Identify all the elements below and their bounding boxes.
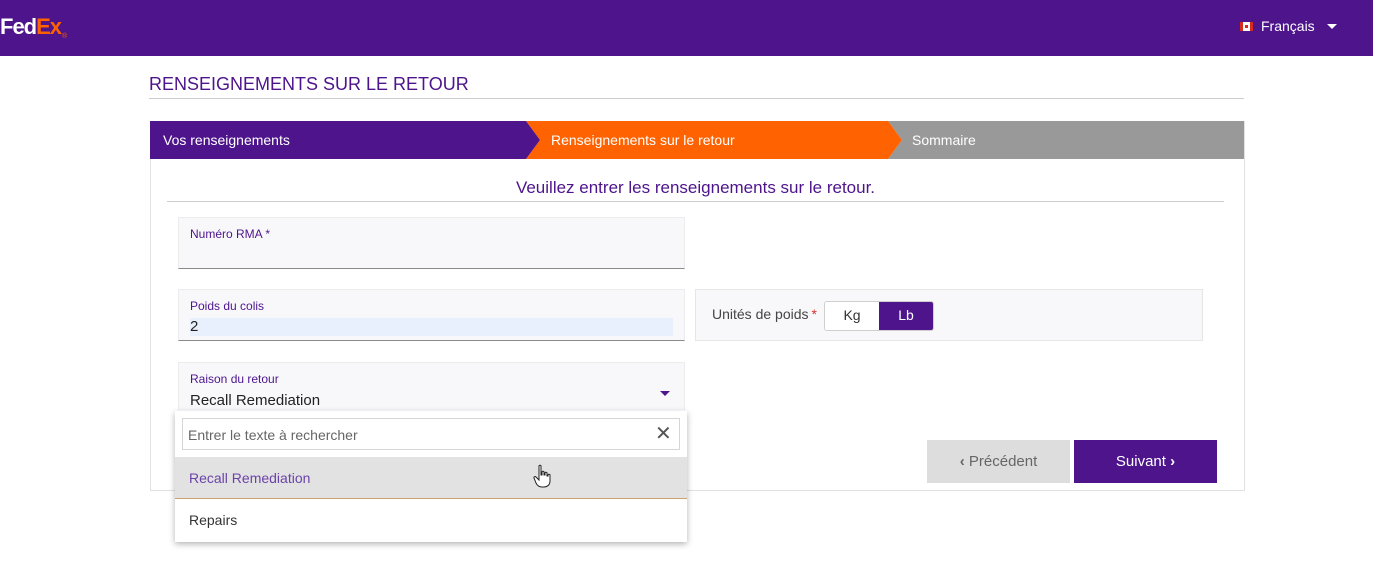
fedex-logo[interactable]: FedEx® xyxy=(0,14,67,40)
dropdown-search-input[interactable] xyxy=(186,420,650,450)
return-reason-select[interactable]: Raison du retour Recall Remediation xyxy=(178,362,685,410)
return-reason-value: Recall Remediation xyxy=(190,392,321,409)
rma-number-field[interactable]: Numéro RMA * xyxy=(178,217,685,269)
unit-lb-button[interactable]: Lb xyxy=(879,302,933,330)
dropdown-option-repairs[interactable]: Repairs xyxy=(175,499,687,541)
logo-ex-text: Ex xyxy=(36,14,62,39)
chevron-down-icon xyxy=(1326,23,1337,29)
weight-units-toggle[interactable]: Kg Lb xyxy=(824,301,934,331)
weight-units-label: Unités de poids * xyxy=(712,306,817,322)
step-renseignements-retour: Renseignements sur le retour xyxy=(526,121,902,159)
return-reason-dropdown: ✕ Recall Remediation Repairs xyxy=(175,411,687,542)
logo-registered-mark: ® xyxy=(62,33,67,40)
next-button-label: Suivant xyxy=(1115,453,1166,470)
next-button[interactable]: Suivant › xyxy=(1074,440,1217,483)
chevron-left-icon: ‹ xyxy=(959,453,965,470)
package-weight-label: Poids du colis xyxy=(190,299,265,313)
required-marker: * xyxy=(811,306,817,322)
chevron-down-icon[interactable] xyxy=(660,391,670,396)
hand-pointer-cursor-icon xyxy=(533,464,551,488)
return-reason-label: Raison du retour xyxy=(190,372,279,386)
previous-button-label: Précédent xyxy=(968,453,1038,470)
step-sommaire: Sommaire xyxy=(888,121,1244,159)
top-bar: FedEx® Français xyxy=(0,0,1373,56)
instruction-divider xyxy=(167,201,1224,202)
dropdown-search-box: ✕ xyxy=(182,418,680,450)
package-weight-field[interactable]: Poids du colis 2 xyxy=(178,289,685,341)
rma-number-label: Numéro RMA * xyxy=(190,227,271,241)
title-divider xyxy=(149,98,1244,99)
canada-flag-icon xyxy=(1240,21,1253,31)
close-icon[interactable]: ✕ xyxy=(655,424,672,444)
form-instruction: Veuillez entrer les renseignements sur l… xyxy=(515,178,876,197)
progress-steps: Vos renseignements Renseignements sur le… xyxy=(150,121,1244,159)
logo-fed-text: Fed xyxy=(0,14,37,39)
step-vos-renseignements[interactable]: Vos renseignements xyxy=(150,121,540,159)
page-title: RENSEIGNEMENTS SUR LE RETOUR xyxy=(149,74,469,94)
dropdown-option-recall-remediation[interactable]: Recall Remediation xyxy=(175,457,687,499)
language-selector[interactable]: Français xyxy=(1240,18,1337,34)
unit-kg-button[interactable]: Kg xyxy=(825,302,879,330)
weight-units-group: Unités de poids * Kg Lb xyxy=(695,289,1203,341)
package-weight-value[interactable]: 2 xyxy=(190,318,673,336)
chevron-right-icon: › xyxy=(1170,453,1176,470)
language-label: Français xyxy=(1261,18,1315,34)
previous-button[interactable]: ‹ Précédent xyxy=(927,440,1070,483)
